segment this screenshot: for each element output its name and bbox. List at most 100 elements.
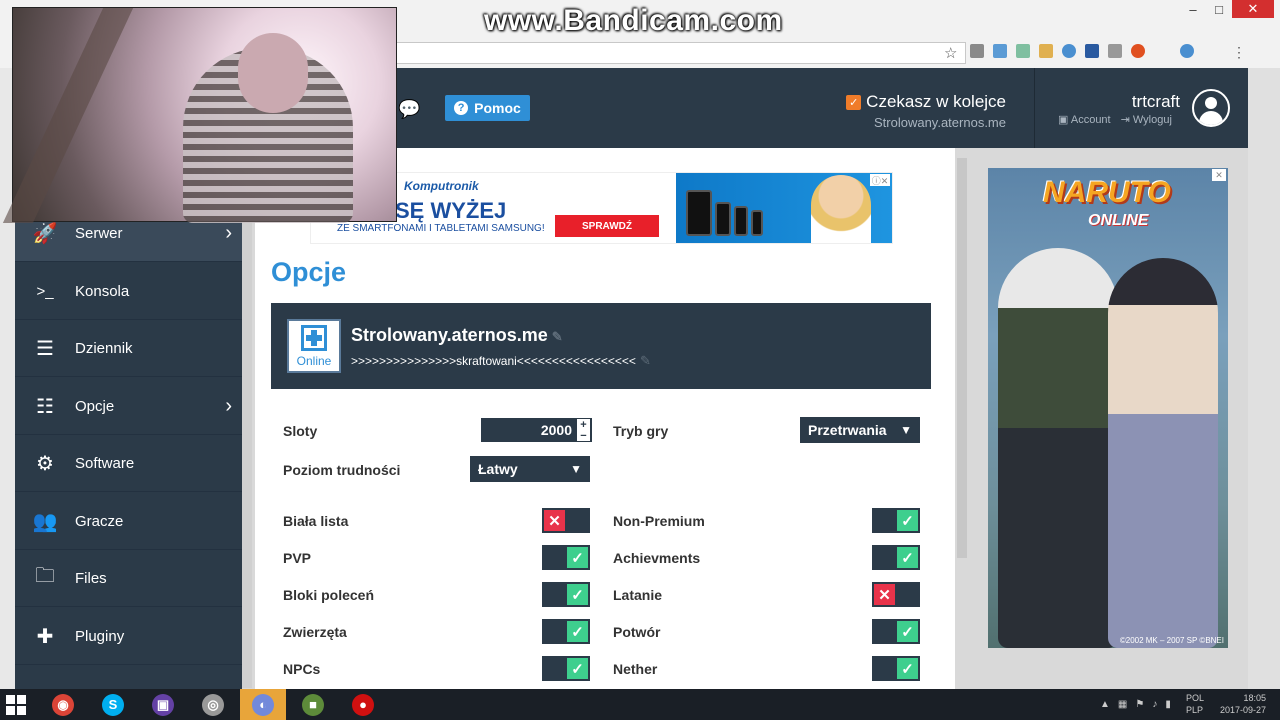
avatar-head	[1205, 97, 1217, 109]
id-card-icon: ▣	[1058, 114, 1069, 126]
slots-input[interactable]: 2000 + −	[481, 418, 592, 442]
side-ad[interactable]: NARUTO ONLINE ©2002 MK – 2007 SP ©BNEI ✕	[988, 168, 1228, 648]
clock[interactable]: 18:05 2017-09-27	[1218, 692, 1266, 716]
extension-icon[interactable]	[1016, 44, 1030, 58]
gamemode-select[interactable]: Przetrwania ▼	[800, 417, 920, 443]
help-label: Pomoc	[474, 100, 521, 116]
sliders-icon: ☷	[36, 395, 54, 418]
check-icon: ✓	[897, 547, 918, 568]
sidebar-item-opcje[interactable]: ☷ Opcje ›	[15, 378, 242, 435]
option-toggle[interactable]: ✓	[542, 619, 590, 644]
sidebar-scrollbar[interactable]	[242, 148, 252, 688]
chrome-icon: ◉	[52, 693, 74, 716]
slots-value: 2000	[540, 422, 572, 438]
server-icon	[301, 324, 327, 351]
extension-icon[interactable]	[1085, 44, 1099, 58]
option-toggle[interactable]: ✓	[542, 545, 590, 570]
twitch-icon: ▣	[152, 693, 174, 716]
difficulty-select[interactable]: Łatwy ▼	[470, 456, 590, 482]
logout-link[interactable]: ⇥ Wyloguj	[1121, 113, 1172, 126]
option-toggle[interactable]: ✓	[872, 619, 920, 644]
option-toggle[interactable]: ✓	[872, 656, 920, 681]
taskbar-app[interactable]: ▣	[140, 689, 186, 720]
close-button[interactable]: ✕	[1232, 0, 1274, 18]
folder-icon: 🗀	[35, 565, 55, 587]
ad-banner[interactable]: Komputronik SĘ WYŻEJ ZE SMARTFONAMI I TA…	[310, 172, 893, 244]
server-status-text: Online	[296, 353, 332, 368]
extension-icon[interactable]	[1062, 44, 1076, 58]
extension-icon[interactable]	[1131, 44, 1145, 58]
chevron-down-icon: ▼	[900, 423, 912, 437]
server-status-badge: Online	[287, 319, 341, 373]
ad-person-image	[811, 175, 871, 243]
windows-start-icon[interactable]	[6, 695, 26, 715]
logout-icon: ⇥	[1120, 114, 1130, 126]
ad-cta-button[interactable]: SPRAWDŹ	[555, 215, 659, 237]
taskbar-app[interactable]: ◉	[40, 689, 86, 720]
sidebar-item-label: Software	[75, 454, 135, 472]
clock-time: 18:05	[1243, 693, 1266, 703]
username: trtcraft	[1131, 92, 1180, 111]
chat-icon[interactable]: 💬	[398, 99, 420, 120]
server-name[interactable]: Strolowany.aternos.me ✎	[351, 325, 563, 346]
account-link[interactable]: ▣ Account	[1058, 113, 1111, 126]
check-icon: ✓	[897, 621, 918, 642]
webcam-beam	[2, 8, 134, 223]
webcam-head	[238, 33, 308, 113]
extension-icon[interactable]	[1180, 44, 1194, 58]
option-toggle[interactable]: ✕	[872, 582, 920, 607]
check-icon: ✓	[897, 510, 918, 531]
slots-decrement-button[interactable]: −	[577, 430, 590, 442]
sidebar-item-label: Pluginy	[75, 627, 125, 645]
sidebar-item-konsola[interactable]: >_ Konsola	[15, 263, 242, 320]
avatar-body	[1199, 111, 1223, 125]
avatar[interactable]	[1192, 89, 1230, 127]
address-bar[interactable]	[396, 42, 966, 64]
flag-icon[interactable]: ⚑	[1135, 699, 1144, 710]
sidebar-item-gracze[interactable]: 👥 Gracze	[15, 493, 242, 550]
network-icon[interactable]: ▦	[1118, 699, 1127, 710]
slots-increment-button[interactable]: +	[577, 419, 590, 431]
sidebar-item-pluginy[interactable]: ✚ Pluginy	[15, 608, 242, 665]
edit-icon[interactable]: ✎	[640, 353, 651, 368]
taskbar-app[interactable]: S	[90, 689, 136, 720]
ad-close-icon[interactable]: ⓘ✕	[870, 174, 890, 186]
taskbar-app[interactable]: ■	[290, 689, 336, 720]
option-label: Latanie	[613, 587, 663, 603]
sidebar-item-software[interactable]: ⚙ Software	[15, 435, 242, 492]
maximize-button[interactable]: □	[1206, 0, 1232, 18]
extension-icon[interactable]	[993, 44, 1007, 58]
logout-label: Wyloguj	[1132, 114, 1172, 126]
sidebar-item-dziennik[interactable]: ☰ Dziennik	[15, 320, 242, 377]
edit-icon[interactable]: ✎	[552, 329, 563, 344]
ad-character-image	[1108, 258, 1218, 648]
server-motd[interactable]: >>>>>>>>>>>>>>>skraftowani<<<<<<<<<<<<<<…	[351, 353, 651, 369]
queue-title: Czekasz w kolejce	[866, 92, 1006, 111]
extension-icon[interactable]	[1039, 44, 1053, 58]
battery-icon[interactable]: ▮	[1165, 699, 1171, 710]
chevron-down-icon: ▼	[570, 462, 582, 476]
main-scrollbar[interactable]	[957, 158, 967, 558]
taskbar-app[interactable]: ◎	[190, 689, 236, 720]
option-toggle[interactable]: ✓	[542, 582, 590, 607]
bookmark-star-icon[interactable]: ☆	[944, 44, 957, 62]
taskbar-app[interactable]: ●	[340, 689, 386, 720]
minimize-button[interactable]: –	[1180, 0, 1206, 18]
option-toggle[interactable]: ✕	[542, 508, 590, 533]
tray-chevron-icon[interactable]: ▲	[1100, 699, 1110, 710]
option-label: NPCs	[283, 661, 321, 677]
option-toggle[interactable]: ✓	[542, 656, 590, 681]
ad-close-icon[interactable]: ✕	[1212, 169, 1226, 181]
help-button[interactable]: ? Pomoc	[445, 95, 530, 121]
queue-status[interactable]: ✓ Czekasz w kolejce Strolowany.aternos.m…	[846, 92, 1006, 130]
volume-icon[interactable]: ♪	[1152, 699, 1157, 710]
extension-icon[interactable]	[1108, 44, 1122, 58]
sidebar-item-files[interactable]: 🗀 Files	[15, 550, 242, 607]
taskbar-app[interactable]: ◐	[240, 689, 286, 720]
language-indicator[interactable]: POL PLP	[1186, 692, 1204, 716]
phone-image	[734, 206, 748, 236]
option-toggle[interactable]: ✓	[872, 545, 920, 570]
option-toggle[interactable]: ✓	[872, 508, 920, 533]
browser-menu-icon[interactable]: ⋮	[1232, 44, 1246, 61]
extension-icon[interactable]	[970, 44, 984, 58]
